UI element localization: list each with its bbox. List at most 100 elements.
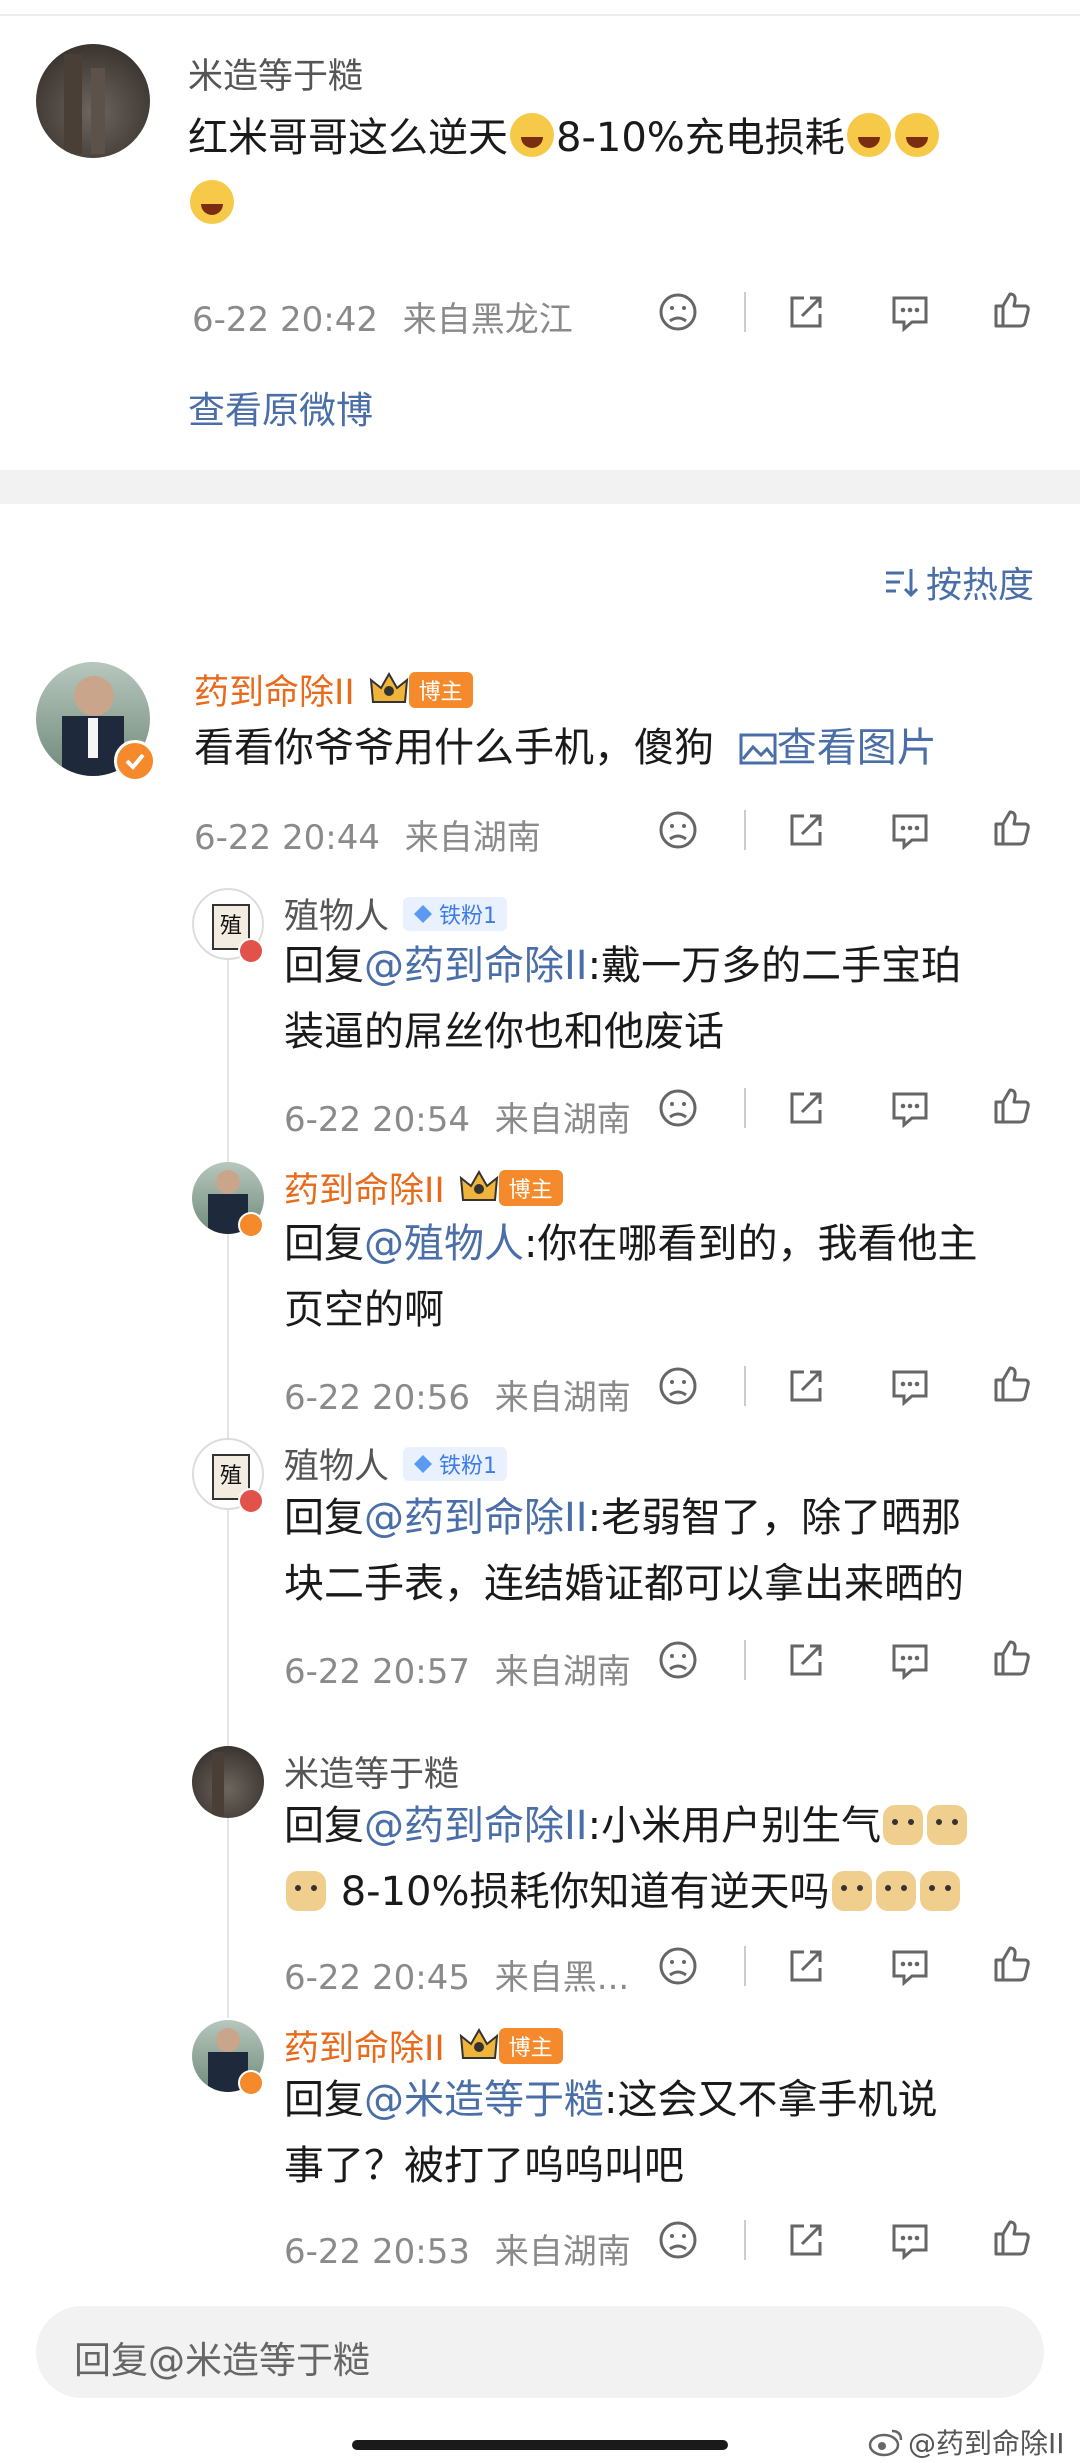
fan-badge-label: 铁粉1 <box>439 903 498 929</box>
dislike-icon[interactable] <box>656 1364 700 1408</box>
reply-prefix: 回复 <box>284 1803 364 1849</box>
action-divider <box>744 1946 746 1986</box>
mention-link[interactable]: @药到命除II <box>364 1495 588 1541</box>
reply-prefix: 回复 <box>284 2077 364 2123</box>
reply-header: 米造等于糙 <box>284 1746 459 1797</box>
dislike-icon[interactable] <box>656 1944 700 1988</box>
like-icon[interactable] <box>990 1636 1034 1680</box>
action-divider <box>744 1088 746 1128</box>
reply-text-line2: 页空的啊 <box>284 1287 444 1333</box>
view-original-link[interactable]: 查看原微博 <box>188 380 373 434</box>
location: 来自黑... <box>494 1958 630 1998</box>
fan-icon <box>238 1488 264 1514</box>
timestamp: 6-22 20:54 <box>284 1100 470 1140</box>
reply-prefix: 回复 <box>284 943 364 989</box>
comment-icon[interactable] <box>888 1364 932 1408</box>
comment-icon[interactable] <box>888 1944 932 1988</box>
share-icon[interactable] <box>784 1364 828 1408</box>
username[interactable]: 药到命除II <box>284 2020 445 2071</box>
mention-link[interactable]: @米造等于糙 <box>364 2077 604 2123</box>
action-divider <box>744 2220 746 2260</box>
location: 来自湖南 <box>494 1652 631 1692</box>
reply-body: :小米用户别生气 <box>587 1803 882 1849</box>
fan-icon <box>238 938 264 964</box>
avatar[interactable] <box>192 1746 264 1818</box>
mention-link[interactable]: @药到命除II <box>364 1803 588 1849</box>
like-icon[interactable] <box>990 288 1034 332</box>
share-icon[interactable] <box>784 1944 828 1988</box>
sort-icon <box>886 569 919 598</box>
home-indicator[interactable] <box>352 2440 728 2450</box>
comment-icon[interactable] <box>888 808 932 852</box>
view-image-link[interactable]: 查看图片 <box>739 725 937 771</box>
reply-text-line2: 装逼的屌丝你也和他废话 <box>284 1009 724 1055</box>
timestamp: 6-22 20:45 <box>284 1958 470 1998</box>
comment-text: 看看你爷爷用什么手机，傻狗 查看图片 <box>194 716 1054 780</box>
reply-body: :你在哪看到的，我看他主 <box>524 1221 978 1267</box>
reply-item: 药到命除II 博主 回复@殖物人:你在哪看到的，我看他主 页空的啊 6-22 2… <box>0 1158 1080 1428</box>
reply-header: 殖物人 铁粉1 <box>284 888 508 939</box>
username[interactable]: 米造等于糙 <box>188 48 363 99</box>
reply-text-line1: 回复@米造等于糙:这会又不拿手机说 <box>284 2068 1064 2132</box>
like-icon[interactable] <box>990 2216 1034 2260</box>
laughing-emoji-icon <box>510 113 554 157</box>
comment-icon[interactable] <box>888 1086 932 1130</box>
share-icon[interactable] <box>784 1086 828 1130</box>
dislike-icon[interactable] <box>656 2218 700 2262</box>
username[interactable]: 殖物人 <box>284 888 389 939</box>
sort-button[interactable]: 按热度 <box>882 556 1034 608</box>
reply-header: 殖物人 铁粉1 <box>284 1438 508 1489</box>
share-icon[interactable] <box>784 1638 828 1682</box>
location: 来自湖南 <box>404 818 541 858</box>
blogger-badge: 博主 <box>498 1169 563 1206</box>
fan-badge: 铁粉1 <box>403 896 508 931</box>
mention-link[interactable]: @殖物人 <box>364 1221 524 1267</box>
dislike-icon[interactable] <box>656 1086 700 1130</box>
comment-icon[interactable] <box>888 1638 932 1682</box>
location: 来自黑龙江 <box>402 300 573 340</box>
share-icon[interactable] <box>784 290 828 334</box>
image-icon <box>739 733 777 765</box>
crying-emoji-icon <box>190 180 234 224</box>
reply-item: 殖 殖物人 铁粉1 回复@药到命除II:戴一万多的二手宝珀 装逼的屌丝你也和他废… <box>0 880 1080 1150</box>
reply-input[interactable]: 回复@米造等于糙 <box>36 2306 1044 2398</box>
reply-item: 米造等于糙 回复@药到命除II:小米用户别生气 8-10%损耗你知道有逆天吗 6… <box>0 1740 1080 2010</box>
blogger-badge: 博主 <box>498 2027 563 2064</box>
reply-header: 药到命除II 博主 <box>284 2020 563 2071</box>
avatar[interactable] <box>36 44 150 158</box>
watermark-text: @药到命除II <box>908 2427 1065 2460</box>
comment-icon[interactable] <box>888 2218 932 2262</box>
like-icon[interactable] <box>990 1084 1034 1128</box>
like-icon[interactable] <box>990 1942 1034 1986</box>
share-icon[interactable] <box>784 808 828 852</box>
username[interactable]: 药到命除II <box>284 1162 445 1213</box>
like-icon[interactable] <box>990 806 1034 850</box>
post-text: 红米哥哥这么逆天 8-10%充电损耗 <box>188 106 1048 170</box>
action-divider <box>744 292 746 332</box>
username[interactable]: 殖物人 <box>284 1438 389 1489</box>
reply-text-line1: 回复@药到命除II:老弱智了，除了晒那 <box>284 1486 1064 1550</box>
username[interactable]: 药到命除II <box>194 664 355 715</box>
reply-meta: 6-22 20:53 来自湖南 <box>284 2224 631 2273</box>
reply-item: 殖 殖物人 铁粉1 回复@药到命除II:老弱智了，除了晒那 块二手表，连结婚证都… <box>0 1434 1080 1704</box>
dislike-icon[interactable] <box>656 1638 700 1682</box>
diamond-icon <box>414 904 433 923</box>
mention-link[interactable]: @药到命除II <box>364 943 588 989</box>
reply-prefix: 回复 <box>284 1221 364 1267</box>
reply-body-2: 8-10%损耗你知道有逆天吗 <box>328 1869 830 1915</box>
username[interactable]: 米造等于糙 <box>284 1755 459 1795</box>
weibo-logo-icon <box>868 2429 903 2457</box>
like-icon[interactable] <box>990 1362 1034 1406</box>
crying-emoji-icon <box>846 113 891 157</box>
share-icon[interactable] <box>784 2218 828 2262</box>
comment-icon[interactable] <box>888 290 932 334</box>
crown-icon <box>459 2027 498 2059</box>
timestamp: 6-22 20:42 <box>192 300 378 340</box>
dislike-icon[interactable] <box>656 808 700 852</box>
fan-badge-label: 铁粉1 <box>439 1453 498 1479</box>
reply-input-placeholder: 回复@米造等于糙 <box>74 2339 370 2382</box>
reply-text-line2: 8-10%损耗你知道有逆天吗 <box>284 1860 1074 1924</box>
doge-emoji-icon <box>875 1871 916 1911</box>
dislike-icon[interactable] <box>656 290 700 334</box>
top-post: 米造等于糙 红米哥哥这么逆天 8-10%充电损耗 6-22 20:42 来自黑龙江… <box>0 0 1080 470</box>
